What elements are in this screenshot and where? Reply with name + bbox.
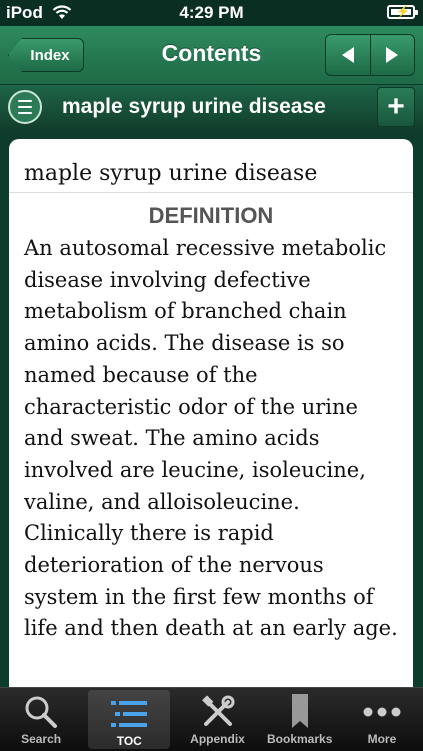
prev-next-control <box>325 34 415 76</box>
tab-more[interactable]: More <box>341 688 423 751</box>
entry-title: maple syrup urine disease <box>62 95 326 118</box>
tab-label: Search <box>21 732 62 746</box>
section-heading: DEFINITION <box>148 203 274 228</box>
previous-button[interactable] <box>326 35 370 75</box>
right-arrow-icon <box>386 47 399 63</box>
status-bar: iPod 4:29 PM ⚡ <box>0 0 423 26</box>
tab-search[interactable]: Search <box>0 688 82 751</box>
tab-label: TOC <box>116 734 142 748</box>
navigation-bar: Index Contents <box>0 26 423 85</box>
tab-bar: Search TOC Appendix Bookmarks More <box>0 687 423 751</box>
definition-text: An autosomal recessive metabolic disease… <box>24 236 398 641</box>
search-icon <box>25 696 58 728</box>
next-button[interactable] <box>369 35 414 75</box>
page-title: Contents <box>161 40 262 66</box>
term-heading: maple syrup urine disease <box>9 139 413 193</box>
more-icon <box>363 707 401 717</box>
plus-icon: + <box>387 90 405 123</box>
clock: 4:29 PM <box>179 3 244 22</box>
add-bookmark-button[interactable]: + <box>377 87 415 127</box>
battery-icon: ⚡ <box>387 5 418 19</box>
content-card: maple syrup urine disease DEFINITION An … <box>9 139 413 699</box>
tab-toc[interactable]: TOC <box>88 690 171 749</box>
tab-label: More <box>367 732 397 746</box>
tab-label: Appendix <box>190 732 245 746</box>
entry-header: maple syrup urine disease + <box>0 85 423 129</box>
tools-icon <box>201 695 234 726</box>
tab-bookmarks[interactable]: Bookmarks <box>259 688 341 751</box>
index-back-button[interactable]: Index <box>8 38 84 72</box>
tab-label: Bookmarks <box>267 732 333 746</box>
bookmark-icon <box>291 694 308 728</box>
tab-appendix[interactable]: Appendix <box>176 688 258 751</box>
left-arrow-icon <box>341 47 354 63</box>
list-icon <box>111 701 148 727</box>
outline-list-icon[interactable] <box>8 90 42 124</box>
